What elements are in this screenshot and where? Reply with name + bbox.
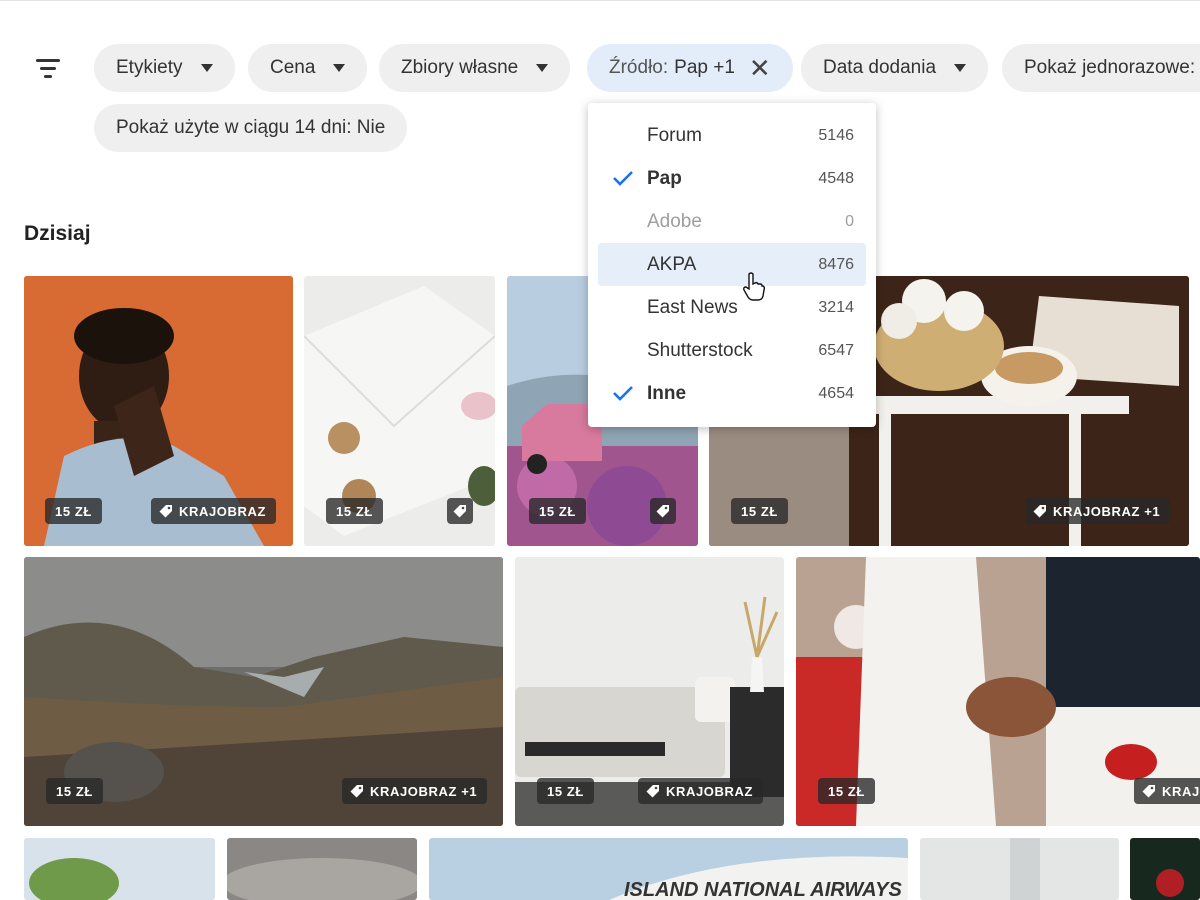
filter-chip-single-use[interactable]: Pokaż jednorazowe: bbox=[1002, 44, 1200, 92]
photo-tile[interactable]: 15 ZŁ KRAJOBRAZ bbox=[515, 557, 784, 826]
tag-badge bbox=[447, 498, 473, 524]
photo-cloudy-sky bbox=[227, 838, 417, 900]
caret-down-icon bbox=[954, 64, 967, 72]
filter-chip-price[interactable]: Cena bbox=[248, 44, 368, 92]
price-badge: 15 ZŁ bbox=[529, 498, 586, 524]
tag-label: KRAJOBRAZ +1 bbox=[370, 783, 478, 799]
tag-label: KRAJ bbox=[1162, 783, 1200, 799]
source-option-east-news[interactable]: East News 3214 bbox=[598, 286, 866, 329]
top-divider bbox=[0, 0, 1200, 1]
option-label: Inne bbox=[647, 383, 687, 404]
tag-label: KRAJOBRAZ bbox=[666, 783, 754, 799]
photo-tile[interactable]: 15 ZŁ KRAJ bbox=[796, 557, 1200, 826]
price-badge: 15 ZŁ bbox=[731, 498, 788, 524]
option-label: East News bbox=[647, 297, 738, 318]
chip-label: Etykiety bbox=[116, 57, 183, 78]
price-tag-icon bbox=[453, 505, 466, 518]
check-icon bbox=[613, 171, 633, 186]
price-badge: 15 ZŁ bbox=[537, 778, 594, 804]
hand-pointer-icon bbox=[743, 272, 766, 301]
option-label: AKPA bbox=[647, 254, 697, 275]
option-label: Forum bbox=[647, 125, 702, 146]
filter-chip-source[interactable]: Źródło: Pap +1 ✕ bbox=[587, 44, 793, 92]
tag-badge: KRAJOBRAZ +1 bbox=[1025, 498, 1171, 524]
option-count: 5146 bbox=[818, 127, 854, 144]
filter-chip-used-14-days[interactable]: Pokaż użyte w ciągu 14 dni: Nie bbox=[94, 104, 408, 152]
price-tag-icon bbox=[159, 505, 172, 518]
price-tag-icon bbox=[1033, 505, 1046, 518]
option-count: 0 bbox=[845, 213, 854, 230]
photo-tile[interactable]: 15 ZŁ KRAJOBRAZ +1 bbox=[24, 557, 503, 826]
chip-label: Źródło: bbox=[609, 57, 669, 78]
source-option-adobe: Adobe 0 bbox=[598, 200, 866, 243]
price-badge: 15 ZŁ bbox=[45, 498, 102, 524]
option-count: 4548 bbox=[818, 170, 854, 187]
filter-chip-labels[interactable]: Etykiety bbox=[94, 44, 235, 92]
chip-label: Pokaż jednorazowe: bbox=[1024, 57, 1196, 78]
check-icon bbox=[613, 386, 633, 401]
option-count: 8476 bbox=[818, 256, 854, 273]
filter-chip-date-added[interactable]: Data dodania bbox=[801, 44, 989, 92]
photo-tile[interactable]: 15 ZŁ bbox=[304, 276, 495, 546]
option-label: Shutterstock bbox=[647, 340, 753, 361]
tag-badge: KRAJ bbox=[1134, 778, 1200, 804]
tag-label: KRAJOBRAZ +1 bbox=[1053, 503, 1161, 519]
source-option-forum[interactable]: Forum 5146 bbox=[598, 114, 866, 157]
photo-dark-green bbox=[1130, 838, 1200, 900]
tag-badge: KRAJOBRAZ +1 bbox=[342, 778, 488, 804]
source-option-akpa[interactable]: AKPA 8476 bbox=[598, 243, 866, 286]
tag-badge: KRAJOBRAZ bbox=[151, 498, 277, 524]
caret-down-icon bbox=[333, 64, 346, 72]
photo-tile[interactable] bbox=[227, 838, 417, 900]
photo-tile[interactable] bbox=[1130, 838, 1200, 900]
price-badge: 15 ZŁ bbox=[326, 498, 383, 524]
price-tag-icon bbox=[350, 785, 363, 798]
filter-chip-collections[interactable]: Zbiory własne bbox=[379, 44, 571, 92]
source-option-inne[interactable]: Inne 4654 bbox=[598, 372, 866, 415]
chip-value: Pap +1 bbox=[674, 57, 735, 78]
tag-label: KRAJOBRAZ bbox=[179, 503, 267, 519]
section-title: Dzisiaj bbox=[24, 222, 91, 245]
close-icon[interactable]: ✕ bbox=[749, 55, 771, 81]
source-option-shutterstock[interactable]: Shutterstock 6547 bbox=[598, 329, 866, 372]
tag-badge: KRAJOBRAZ bbox=[638, 778, 764, 804]
price-tag-icon bbox=[656, 505, 669, 518]
option-label: Adobe bbox=[647, 211, 702, 232]
photo-light-interior bbox=[920, 838, 1119, 900]
caret-down-icon bbox=[536, 64, 549, 72]
option-label: Pap bbox=[647, 168, 682, 189]
photo-tile[interactable] bbox=[24, 838, 215, 900]
photo-tile[interactable] bbox=[920, 838, 1119, 900]
price-tag-icon bbox=[646, 785, 659, 798]
source-dropdown: Forum 5146 Pap 4548 Adobe 0 AKPA 8476 Ea… bbox=[588, 103, 876, 427]
filter-lines-icon[interactable] bbox=[34, 58, 62, 80]
chip-label: Zbiory własne bbox=[401, 57, 519, 78]
price-tag-icon bbox=[1142, 785, 1155, 798]
source-option-pap[interactable]: Pap 4548 bbox=[598, 157, 866, 200]
airplane-livery-text: ISLAND NATIONAL AIRWAYS CORPORAT bbox=[624, 879, 908, 900]
caret-down-icon bbox=[200, 64, 213, 72]
option-count: 6547 bbox=[818, 342, 854, 359]
chip-label: Pokaż użyte w ciągu 14 dni: Nie bbox=[116, 117, 386, 138]
price-badge: 15 ZŁ bbox=[46, 778, 103, 804]
photo-tree bbox=[24, 838, 215, 900]
tag-badge bbox=[650, 498, 676, 524]
option-count: 4654 bbox=[818, 385, 854, 402]
price-badge: 15 ZŁ bbox=[818, 778, 875, 804]
photo-tile[interactable]: 15 ZŁ KRAJOBRAZ bbox=[24, 276, 293, 546]
photo-airplane: ISLAND NATIONAL AIRWAYS CORPORAT bbox=[429, 838, 908, 900]
chip-label: Cena bbox=[270, 57, 316, 78]
chip-label: Data dodania bbox=[823, 57, 937, 78]
option-count: 3214 bbox=[818, 299, 854, 316]
photo-tile[interactable]: ISLAND NATIONAL AIRWAYS CORPORAT bbox=[429, 838, 908, 900]
